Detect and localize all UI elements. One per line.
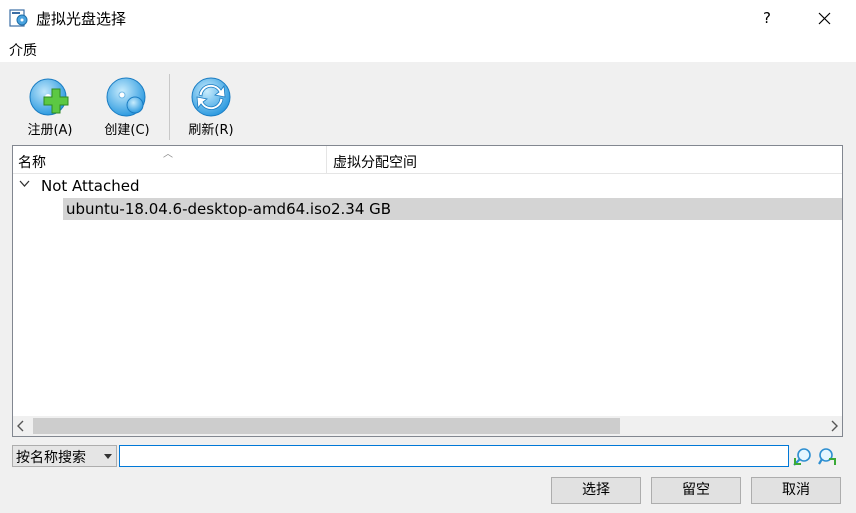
search-input[interactable]	[119, 445, 789, 467]
search-backward-icon	[793, 448, 811, 466]
column-divider[interactable]	[326, 146, 327, 174]
group-row-not-attached[interactable]: Not Attached	[13, 175, 842, 197]
sort-ascending-icon: ︿	[163, 149, 173, 160]
create-label: 创建(C)	[104, 123, 150, 138]
menu-medium[interactable]: 介质	[9, 40, 37, 60]
chevron-down-icon[interactable]	[19, 180, 30, 188]
window-title: 虚拟光盘选择	[36, 10, 127, 28]
close-button[interactable]	[800, 0, 848, 36]
group-label: Not Attached	[41, 177, 140, 195]
create-button[interactable]: 创建(C)	[93, 75, 161, 141]
scroll-left-icon[interactable]	[17, 420, 25, 432]
search-backward-button[interactable]	[791, 446, 813, 468]
leave-empty-button[interactable]: 留空	[651, 477, 741, 504]
cancel-button[interactable]: 取消	[751, 477, 841, 504]
scrollbar-thumb[interactable]	[33, 418, 620, 434]
media-tree[interactable]: 名称 ︿ 虚拟分配空间 Not Attached ubuntu-18.04.6-…	[12, 145, 843, 437]
optical-disk-icon	[9, 9, 28, 27]
register-icon	[29, 78, 69, 116]
register-label: 注册(A)	[27, 123, 73, 138]
help-button[interactable]: ?	[746, 0, 788, 36]
table-row[interactable]: ubuntu-18.04.6-desktop-amd64.iso 2.34 GB	[63, 198, 842, 220]
scroll-right-icon[interactable]	[830, 420, 838, 432]
dropdown-arrow-icon	[104, 454, 112, 459]
menu-bar: 介质	[0, 36, 856, 62]
register-button[interactable]: 注册(A)	[16, 75, 84, 141]
horizontal-scrollbar[interactable]	[13, 416, 842, 436]
toolbar-separator	[169, 74, 170, 140]
title-bar: 虚拟光盘选择 ?	[0, 0, 856, 36]
toolbar: 注册(A) 创建(C) 刷新(R)	[0, 62, 856, 144]
column-header-virtual-size[interactable]: 虚拟分配空间	[333, 152, 417, 172]
create-icon	[106, 77, 146, 117]
column-header-name[interactable]: 名称	[18, 152, 46, 172]
refresh-icon	[191, 77, 231, 117]
search-mode-select[interactable]: 按名称搜索	[12, 445, 117, 467]
refresh-label: 刷新(R)	[188, 123, 234, 138]
medium-name: ubuntu-18.04.6-desktop-amd64.iso	[66, 200, 332, 218]
search-forward-button[interactable]	[817, 446, 839, 468]
search-forward-icon	[818, 448, 836, 465]
search-mode-label: 按名称搜索	[16, 450, 86, 466]
close-icon	[818, 12, 831, 25]
tree-header: 名称 ︿ 虚拟分配空间	[13, 146, 842, 174]
refresh-button[interactable]: 刷新(R)	[177, 75, 245, 141]
choose-button[interactable]: 选择	[551, 477, 641, 504]
medium-virtual-size: 2.34 GB	[331, 200, 392, 218]
